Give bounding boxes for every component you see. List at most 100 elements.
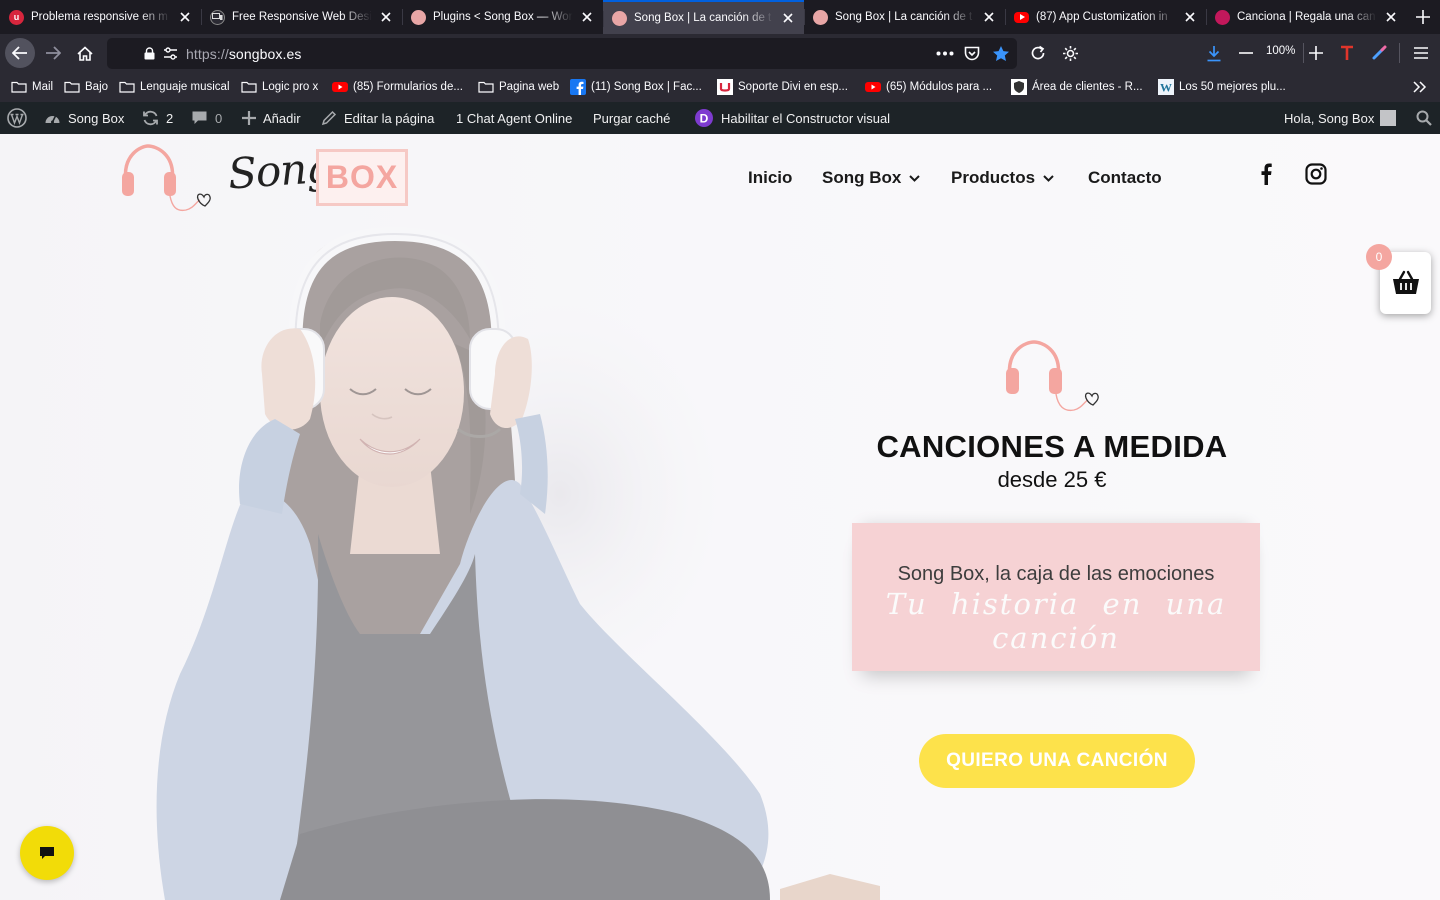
chevron-down-icon bbox=[909, 174, 921, 182]
wp-site-name-label: Song Box bbox=[68, 110, 125, 126]
bookmark-label: Mail bbox=[32, 80, 54, 93]
close-icon[interactable] bbox=[1383, 9, 1399, 25]
forward-button[interactable] bbox=[38, 38, 68, 68]
home-button[interactable] bbox=[70, 38, 100, 68]
facebook-link[interactable] bbox=[1254, 162, 1278, 186]
bookmark-folder-mail[interactable]: Mail bbox=[11, 80, 53, 93]
tab-title: Canciona | Regala una can bbox=[1237, 11, 1376, 23]
bookmark-soporte-divi[interactable]: Soporte Divi en esp... bbox=[717, 78, 848, 95]
zoom-level[interactable]: 100% bbox=[1266, 45, 1295, 57]
menu-productos[interactable]: Productos bbox=[951, 168, 1054, 188]
bookmark-star-icon[interactable] bbox=[992, 45, 1010, 62]
wp-edit-page-label: Editar la página bbox=[344, 110, 435, 126]
close-icon[interactable] bbox=[981, 9, 997, 25]
tab-6[interactable]: (87) App Customization in bbox=[1005, 0, 1206, 34]
instagram-link[interactable] bbox=[1304, 162, 1328, 186]
reload-icon bbox=[1031, 45, 1045, 60]
wp-edit-page[interactable]: Editar la página bbox=[321, 102, 434, 134]
quiero-una-cancion-button[interactable]: QUIERO UNA CANCIÓN bbox=[919, 734, 1195, 788]
wp-logo-menu[interactable] bbox=[7, 102, 34, 134]
app-menu-button[interactable] bbox=[1406, 38, 1436, 68]
bookmark-formularios[interactable]: (85) Formularios de... bbox=[332, 80, 463, 93]
bookmark-area-clientes[interactable]: Área de clientes - R... bbox=[1011, 78, 1143, 95]
menu-contacto[interactable]: Contacto bbox=[1088, 168, 1162, 188]
extension-button[interactable] bbox=[1055, 38, 1085, 68]
wp-chat-agent[interactable]: 1 Chat Agent Online bbox=[456, 102, 572, 134]
bookmark-folder-lenguaje-musical[interactable]: Lenguaje musical bbox=[119, 80, 230, 93]
pen-icon bbox=[1372, 45, 1387, 60]
youtube-icon bbox=[865, 80, 881, 93]
bookmark-folder-logic-pro[interactable]: Logic pro x bbox=[241, 80, 318, 93]
bookmarks-overflow-button[interactable] bbox=[1413, 80, 1427, 98]
folder-icon bbox=[119, 80, 135, 93]
site-header: Song BOX Inicio Song Box Productos Conta… bbox=[0, 134, 1440, 224]
back-button[interactable] bbox=[5, 38, 35, 68]
dashboard-gauge-icon bbox=[45, 115, 60, 124]
bookmark-folder-bajo[interactable]: Bajo bbox=[64, 80, 108, 93]
url-text[interactable]: https://songbox.es bbox=[186, 46, 301, 62]
wp-updates[interactable]: 2 bbox=[142, 102, 173, 134]
zoom-in-button[interactable] bbox=[1301, 38, 1331, 68]
songbox-favicon bbox=[612, 10, 627, 26]
canciona-icon bbox=[1215, 9, 1230, 25]
colorpicker-extension-button[interactable] bbox=[1364, 38, 1394, 68]
tab-3[interactable]: Plugins < Song Box — Wor bbox=[402, 0, 603, 34]
reload-button[interactable] bbox=[1023, 38, 1053, 68]
u-icon bbox=[717, 78, 733, 95]
bookmark-label: Los 50 mejores plu... bbox=[1179, 80, 1286, 93]
hero-price: desde 25 € bbox=[997, 467, 1107, 492]
tab-5[interactable]: Song Box | La canción de t bbox=[804, 0, 1005, 34]
menu-song-box[interactable]: Song Box bbox=[822, 168, 921, 188]
chat-bubble-icon bbox=[40, 847, 54, 859]
plus-icon bbox=[1309, 46, 1323, 60]
menu-inicio[interactable]: Inicio bbox=[748, 168, 792, 188]
url-bar[interactable]: https://songbox.es bbox=[107, 38, 1017, 69]
tab-1[interactable]: u Problema responsive en m bbox=[0, 0, 201, 34]
zoom-out-button[interactable] bbox=[1231, 38, 1261, 68]
basket-icon bbox=[1392, 270, 1419, 294]
close-icon[interactable] bbox=[780, 10, 796, 26]
text-extension-button[interactable] bbox=[1332, 38, 1362, 68]
tab-4-active[interactable]: Song Box | La canción de t bbox=[603, 0, 804, 34]
update-arrows-icon bbox=[143, 110, 158, 126]
wp-add-new[interactable]: Añadir bbox=[242, 102, 301, 134]
bookmark-label: Pagina web bbox=[499, 80, 560, 93]
minus-icon bbox=[1239, 52, 1253, 54]
chat-widget-button[interactable] bbox=[20, 826, 74, 880]
youtube-icon bbox=[332, 80, 348, 93]
navigation-toolbar: https://songbox.es 100% bbox=[0, 34, 1440, 72]
cart-count-badge: 0 bbox=[1366, 244, 1392, 270]
bookmark-label: Logic pro x bbox=[262, 80, 319, 93]
tab-7[interactable]: Canciona | Regala una can bbox=[1206, 0, 1407, 34]
wp-comments-count: 0 bbox=[215, 110, 223, 126]
arrow-left-icon bbox=[12, 46, 27, 60]
pocket-icon[interactable] bbox=[964, 46, 980, 61]
close-icon[interactable] bbox=[1182, 9, 1198, 25]
wp-search[interactable] bbox=[1416, 102, 1439, 134]
new-tab-button[interactable] bbox=[1406, 0, 1440, 34]
permissions-icon[interactable] bbox=[163, 47, 178, 60]
wp-purge-cache[interactable]: Purgar caché bbox=[593, 102, 670, 134]
wp-my-account[interactable]: Hola, Song Box bbox=[1284, 102, 1397, 134]
bookmark-folder-pagina-web[interactable]: Pagina web bbox=[478, 80, 559, 93]
wp-divi-builder[interactable]: D Habilitar el Constructor visual bbox=[694, 102, 890, 134]
search-icon bbox=[1416, 110, 1432, 126]
menu-label: Contacto bbox=[1088, 168, 1162, 187]
site-logo[interactable]: Song BOX bbox=[120, 142, 410, 220]
close-icon[interactable] bbox=[579, 9, 595, 25]
page-actions-icon[interactable] bbox=[936, 51, 954, 56]
close-icon[interactable] bbox=[378, 9, 394, 25]
downloads-button[interactable] bbox=[1199, 38, 1229, 68]
close-icon[interactable] bbox=[177, 9, 193, 25]
folder-icon bbox=[64, 80, 80, 93]
wp-site-name[interactable]: Song Box bbox=[44, 102, 124, 134]
tab-title: Song Box | La canción de t bbox=[634, 12, 772, 24]
folder-icon bbox=[11, 80, 27, 93]
bookmark-modulos[interactable]: (65) Módulos para ... bbox=[865, 80, 992, 93]
bookmark-facebook-songbox[interactable]: (11) Song Box | Fac... bbox=[570, 78, 702, 95]
chevron-down-icon bbox=[1043, 174, 1054, 182]
tab-2[interactable]: Free Responsive Web Desi bbox=[201, 0, 402, 34]
wp-comments[interactable]: 0 bbox=[191, 102, 222, 134]
bookmark-50-plugins[interactable]: W Los 50 mejores plu... bbox=[1158, 78, 1286, 95]
plus-icon bbox=[1416, 10, 1430, 24]
